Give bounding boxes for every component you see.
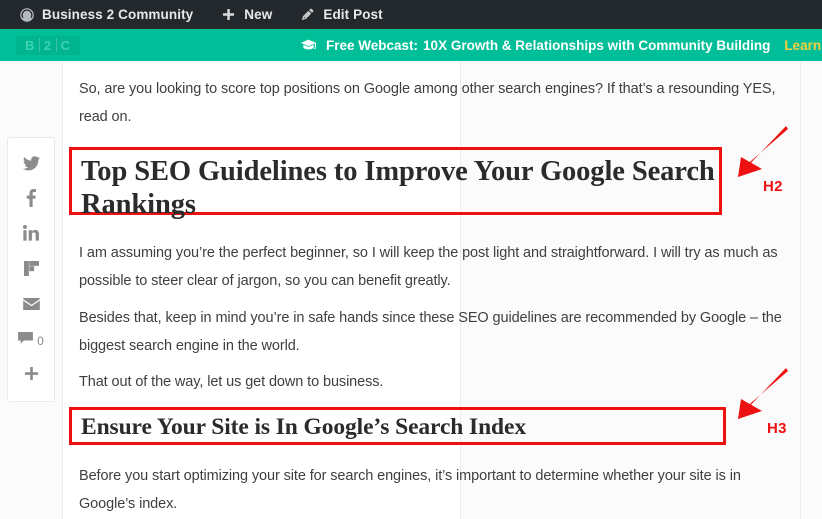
envelope-icon [22, 297, 40, 315]
paragraph-beginner: I am assuming you’re the perfect beginne… [79, 245, 778, 289]
h2-highlight-box: Top SEO Guidelines to Improve Your Googl… [69, 147, 722, 220]
logo-letter-2: 2 [43, 37, 52, 53]
adminbar-new-button[interactable]: New [211, 0, 281, 29]
flipboard-icon [23, 260, 39, 281]
paragraph-search-index: Before you start optimizing your site fo… [79, 468, 741, 512]
webcast-title: 10X Growth & Relationships with Communit… [423, 37, 771, 53]
h3-highlight-box: Ensure Your Site is In Google’s Search I… [69, 407, 726, 445]
b2c-logo[interactable]: B 2 C [16, 35, 80, 55]
paragraph-intro: So, are you looking to score top positio… [79, 81, 776, 125]
share-flipboard-button[interactable] [8, 253, 54, 288]
h3-annotation-label: H3 [767, 420, 787, 437]
linkedin-icon [23, 225, 39, 246]
share-more-button[interactable] [8, 358, 54, 393]
adminbar-edit-post-label: Edit Post [323, 7, 383, 22]
comment-count: 0 [37, 333, 44, 348]
dashboard-icon [18, 6, 35, 23]
pencil-icon [299, 6, 316, 23]
wp-admin-bar: Business 2 Community New Edit Post [0, 0, 822, 29]
left-rail: 0 [0, 61, 62, 519]
facebook-icon [26, 189, 36, 212]
plus-icon [220, 6, 237, 23]
share-comments-button[interactable]: 0 [8, 323, 54, 358]
share-linkedin-button[interactable] [8, 218, 54, 253]
webcast-promo[interactable]: Free Webcast: 10X Growth & Relationships… [300, 38, 821, 53]
twitter-icon [22, 155, 40, 176]
plus-icon [24, 366, 39, 386]
share-email-button[interactable] [8, 288, 54, 323]
comment-icon [18, 331, 34, 350]
adminbar-edit-post-button[interactable]: Edit Post [290, 0, 391, 29]
graduation-cap-icon [300, 38, 317, 52]
webcast-learn-link[interactable]: Learn [784, 38, 821, 53]
webcast-prefix: Free Webcast: [326, 37, 419, 53]
adminbar-site-name[interactable]: Business 2 Community [9, 0, 202, 29]
paragraph-down-to-business: That out of the way, let us get down to … [79, 374, 384, 390]
article-h2-heading: Top SEO Guidelines to Improve Your Googl… [81, 156, 715, 220]
share-twitter-button[interactable] [8, 148, 54, 183]
adminbar-site-label: Business 2 Community [42, 7, 194, 22]
webcast-banner: B 2 C Free Webcast: 10X Growth & Relatio… [0, 29, 822, 61]
paragraph-safe-hands: Besides that, keep in mind you’re in saf… [79, 310, 782, 354]
h2-annotation-label: H2 [763, 178, 783, 195]
logo-letter-c: C [60, 37, 71, 53]
right-column-divider [800, 61, 801, 519]
social-share-box: 0 [7, 137, 55, 402]
page-body: 0 So, are you looking to score top posit… [0, 61, 822, 519]
article-content: So, are you looking to score top positio… [62, 61, 782, 519]
adminbar-new-label: New [244, 7, 273, 22]
logo-letter-b: B [25, 37, 35, 53]
share-facebook-button[interactable] [8, 183, 54, 218]
article-h3-heading: Ensure Your Site is In Google’s Search I… [81, 414, 526, 440]
